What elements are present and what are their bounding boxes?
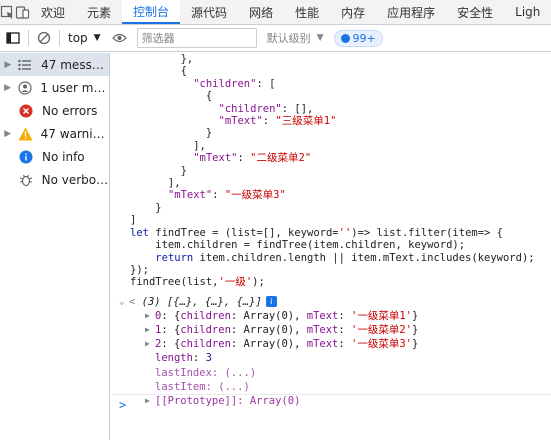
issues-badge[interactable]: 99+ xyxy=(333,29,383,47)
expand-arrow-icon[interactable]: ▶ xyxy=(0,129,15,139)
live-expression-eye-icon[interactable] xyxy=(107,25,133,51)
code-line: ], xyxy=(130,177,181,190)
sidebar-item-label: No info xyxy=(42,149,85,164)
code-line: }, xyxy=(130,53,194,65)
issues-count: 99+ xyxy=(352,31,376,45)
log-level-dropdown[interactable]: 默认级别 ▼ xyxy=(267,30,324,46)
result-prefix: < xyxy=(129,295,142,308)
sidebar-item-label: 1 user me... xyxy=(40,80,109,95)
code-line: item.children = findTree(item.children, … xyxy=(130,239,466,252)
console-prompt[interactable]: > xyxy=(111,394,551,414)
tab-item[interactable]: 内存 xyxy=(330,0,376,24)
code-line: let findTree = (list=[], keyword='')=> l… xyxy=(130,226,503,239)
code-line: }); xyxy=(130,263,149,276)
console-toolbar: top ▼ 默认级别 ▼ 99+ xyxy=(0,25,551,52)
expand-arrow-icon[interactable]: ▶ xyxy=(145,309,155,323)
tab-item[interactable]: 性能 xyxy=(284,0,330,24)
code-line: } xyxy=(130,164,187,177)
sidebar-item-label: 47 messa... xyxy=(41,57,109,72)
code-line: ] xyxy=(130,214,137,227)
length-value: 3 xyxy=(205,352,212,365)
code-line: "mText": "二级菜单2" xyxy=(193,152,312,165)
toolbar-divider xyxy=(28,30,29,46)
tab-item[interactable]: 控制台 xyxy=(122,0,181,24)
length-row: length: 3 xyxy=(155,352,212,365)
sidebar-toggle-icon[interactable] xyxy=(0,25,26,51)
code-line: "children": [], xyxy=(218,102,314,115)
console-sidebar: ▶ 47 messa... ▶ 1 user me... No errors ▶ 47 wa… xyxy=(0,53,110,440)
code-line: return item.children.length || item.mTex… xyxy=(155,251,535,264)
log-level-label: 默认级别 xyxy=(266,32,311,45)
command-input-echo: }, { "children": [ { "children": [], "mT… xyxy=(111,53,551,289)
sidebar-item-label: No errors xyxy=(42,103,98,118)
prompt-chevron-icon: > xyxy=(119,397,127,412)
array-entry-row[interactable]: ▶ 2: {children: Array(0), mText: '一级菜单3'} xyxy=(111,337,551,351)
code-line: } xyxy=(130,201,162,214)
chat-bubble-icon xyxy=(340,33,350,43)
tab-item[interactable]: 网络 xyxy=(238,0,284,24)
array-value: {children: Array(0), mText: '一级菜单3'} xyxy=(173,338,419,351)
bug-icon xyxy=(16,170,36,190)
sidebar-item[interactable]: No errors xyxy=(0,99,109,122)
context-value: top xyxy=(68,31,88,45)
list-icon xyxy=(16,55,36,75)
code-line: findTree(list,'一级'); xyxy=(130,276,265,289)
code-line: } xyxy=(130,127,213,140)
info-icon xyxy=(16,147,36,167)
tab-item[interactable]: 安全性 xyxy=(446,0,504,24)
devtools-tabbar: 欢迎 元素 控制台 源代码 网络 性能 内存 应用程序 安全性 Ligh xyxy=(0,0,551,25)
tab-item[interactable]: 源代码 xyxy=(180,0,238,24)
code-line: ], xyxy=(130,139,206,152)
error-icon xyxy=(16,101,36,121)
console-output: }, { "children": [ { "children": [], "mT… xyxy=(111,53,551,440)
filter-input[interactable] xyxy=(136,28,257,48)
length-key: length xyxy=(155,352,193,365)
warning-icon xyxy=(15,124,34,144)
chevron-down-icon: ▼ xyxy=(316,33,324,43)
result-summary: (3) [{…}, {…}, {…}] xyxy=(141,295,262,308)
code-line: "children": [ xyxy=(193,77,276,90)
chevron-down-icon: ▼ xyxy=(93,33,101,43)
sidebar-item[interactable]: No info xyxy=(0,145,109,168)
toolbar-divider xyxy=(59,30,60,46)
tab-item[interactable]: Ligh xyxy=(504,0,551,24)
tab-item[interactable]: 应用程序 xyxy=(376,0,446,24)
sidebar-item[interactable]: No verbose xyxy=(0,168,109,191)
info-icon[interactable]: i xyxy=(265,296,277,308)
device-toggle-icon[interactable] xyxy=(15,0,30,24)
code-line: { xyxy=(130,90,213,103)
inspect-element-icon[interactable] xyxy=(0,0,15,24)
context-selector[interactable]: top ▼ xyxy=(62,31,107,45)
tab-item[interactable]: 元素 xyxy=(76,0,122,24)
code-line: { xyxy=(130,65,187,78)
result-summary-row[interactable]: ⌄ < (3) [{…}, {…}, {…}] i xyxy=(111,295,551,309)
last-index: lastIndex: (...) xyxy=(155,366,257,379)
sidebar-item[interactable]: ▶ 1 user me... xyxy=(0,76,109,99)
sidebar-item[interactable]: ▶ 47 messa... xyxy=(0,53,109,76)
last-item: lastItem: (...) xyxy=(155,380,250,393)
sidebar-item-label: 47 warnin... xyxy=(40,126,109,141)
chevron-down-icon[interactable]: ⌄ xyxy=(119,295,129,309)
last-index-row[interactable]: lastIndex: (...) xyxy=(111,366,551,380)
array-value: {children: Array(0), mText: '一级菜单2'} xyxy=(173,324,419,337)
expand-arrow-icon[interactable]: ▶ xyxy=(0,83,15,93)
sidebar-item[interactable]: ▶ 47 warnin... xyxy=(0,122,109,145)
expand-arrow-icon[interactable]: ▶ xyxy=(0,60,16,70)
clear-console-icon[interactable] xyxy=(31,25,57,51)
code-line: "mText": "一级菜单3" xyxy=(167,189,286,202)
sidebar-item-label: No verbose xyxy=(41,172,109,187)
result-tree: ⌄ < (3) [{…}, {…}, {…}] i ▶ 0: {children:… xyxy=(111,295,551,409)
expand-arrow-icon[interactable]: ▶ xyxy=(145,337,155,351)
user-icon xyxy=(15,78,34,98)
expand-arrow-icon[interactable]: ▶ xyxy=(145,323,155,337)
tab-item[interactable]: 欢迎 xyxy=(30,0,76,24)
code-line: "mText": "三级菜单1" xyxy=(218,115,337,128)
array-value: {children: Array(0), mText: '一级菜单1'} xyxy=(173,309,419,322)
array-entry-row[interactable]: ▶ 1: {children: Array(0), mText: '一级菜单2'} xyxy=(111,323,551,337)
last-item-row[interactable]: lastItem: (...) xyxy=(111,380,551,394)
array-entry-row[interactable]: ▶ 0: {children: Array(0), mText: '一级菜单1'} xyxy=(111,309,551,323)
